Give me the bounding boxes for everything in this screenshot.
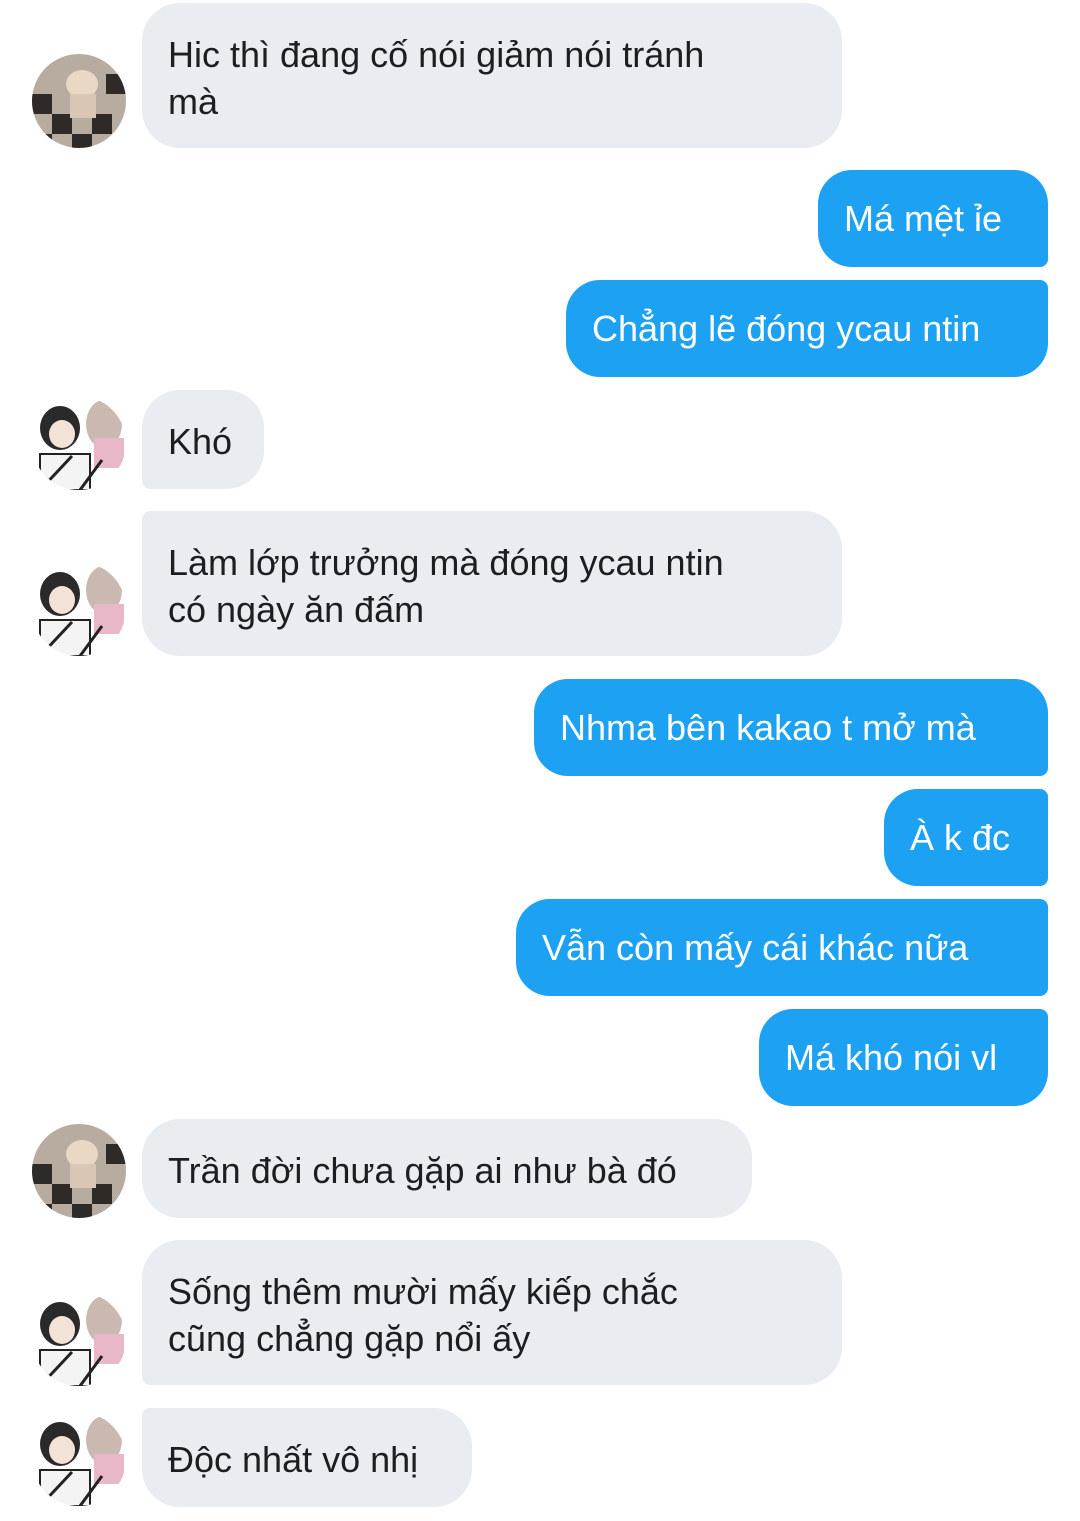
- avatar-selfie-image: [32, 396, 126, 490]
- avatar-checkerboard-image: [32, 54, 126, 148]
- outgoing-message[interactable]: Má khó nói vl: [759, 1009, 1048, 1106]
- incoming-message[interactable]: Sống thêm mười mấy kiếp chắc cũng chẳng …: [142, 1240, 842, 1385]
- incoming-message[interactable]: Hic thì đang cố nói giảm nói tránh mà: [142, 3, 842, 148]
- outgoing-message[interactable]: Vẫn còn mấy cái khác nữa: [516, 899, 1048, 996]
- message-text-line: cũng chẳng gặp nổi ấy: [168, 1318, 531, 1359]
- outgoing-message[interactable]: Chẳng lẽ đóng ycau ntin: [566, 280, 1048, 377]
- message-text-line: Hic thì đang cố nói giảm nói tránh: [168, 34, 705, 75]
- contact-avatar[interactable]: [32, 1124, 126, 1218]
- outgoing-message[interactable]: À k đc: [884, 789, 1048, 886]
- avatar-checkerboard-image: [32, 1124, 126, 1218]
- message-text-line: Chẳng lẽ đóng ycau ntin: [592, 308, 981, 349]
- message-text-line: Nhma bên kakao t mở mà: [560, 707, 976, 748]
- outgoing-message[interactable]: Nhma bên kakao t mở mà: [534, 679, 1048, 776]
- contact-avatar[interactable]: [32, 1412, 126, 1506]
- avatar-selfie-image: [32, 1292, 126, 1386]
- contact-avatar[interactable]: [32, 1292, 126, 1386]
- message-text-line: À k đc: [910, 817, 1011, 858]
- message-text-line: Trần đời chưa gặp ai như bà đó: [168, 1150, 677, 1191]
- incoming-message[interactable]: Khó: [142, 390, 264, 489]
- contact-avatar[interactable]: [32, 54, 126, 148]
- message-text-line: Độc nhất vô nhị: [168, 1439, 419, 1480]
- incoming-message[interactable]: Độc nhất vô nhị: [142, 1408, 472, 1507]
- message-text-line: Má mệt ỉe: [844, 198, 1003, 239]
- avatar-selfie-image: [32, 562, 126, 656]
- avatar-selfie-image: [32, 1412, 126, 1506]
- message-text-line: Má khó nói vl: [785, 1037, 998, 1078]
- message-text-line: có ngày ăn đấm: [168, 589, 425, 630]
- outgoing-message[interactable]: Má mệt ỉe: [818, 170, 1048, 267]
- message-text-line: Khó: [168, 421, 233, 462]
- message-text-line: Sống thêm mười mấy kiếp chắc: [168, 1271, 678, 1312]
- contact-avatar[interactable]: [32, 562, 126, 656]
- incoming-message[interactable]: Làm lớp trưởng mà đóng ycau ntin có ngày…: [142, 511, 842, 656]
- incoming-message[interactable]: Trần đời chưa gặp ai như bà đó: [142, 1119, 752, 1218]
- contact-avatar[interactable]: [32, 396, 126, 490]
- message-text-line: Làm lớp trưởng mà đóng ycau ntin: [168, 542, 724, 583]
- message-text-line: Vẫn còn mấy cái khác nữa: [542, 927, 969, 968]
- message-text-line: mà: [168, 81, 219, 122]
